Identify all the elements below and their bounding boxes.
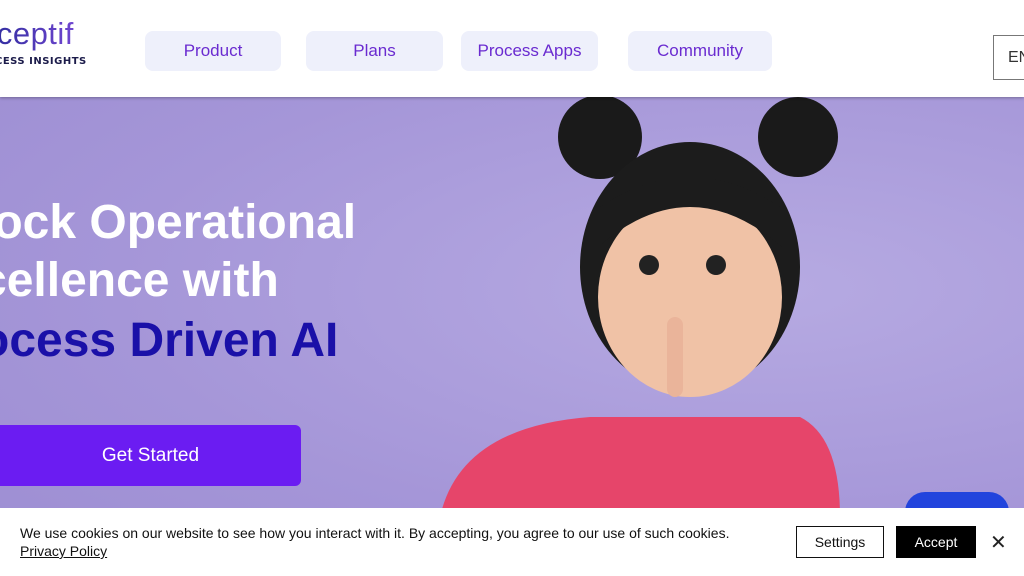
- cookie-banner: We use cookies on our website to see how…: [0, 508, 1024, 576]
- cookie-text: We use cookies on our website to see how…: [20, 525, 730, 541]
- privacy-policy-link[interactable]: Privacy Policy: [20, 543, 107, 559]
- cookie-settings-button[interactable]: Settings: [796, 526, 884, 558]
- hero-heading-line-2: cellence with: [0, 254, 279, 307]
- logo[interactable]: rceptif OCESS INSIGHTS: [0, 16, 87, 67]
- nav-plans[interactable]: Plans: [306, 31, 443, 71]
- logo-text: rceptif: [0, 16, 87, 52]
- cookie-message: We use cookies on our website to see how…: [20, 524, 740, 560]
- nav-community[interactable]: Community: [628, 31, 772, 71]
- hero-heading-line-1: lock Operational: [0, 196, 357, 249]
- nav-product[interactable]: Product: [145, 31, 281, 71]
- nav-process-apps[interactable]: Process Apps: [461, 31, 598, 71]
- logo-tagline: OCESS INSIGHTS: [0, 56, 87, 67]
- language-selector[interactable]: EN: [993, 35, 1024, 80]
- get-started-button[interactable]: Get Started: [0, 425, 301, 486]
- close-icon[interactable]: ✕: [990, 530, 1007, 554]
- cookie-accept-button[interactable]: Accept: [896, 526, 976, 558]
- hero-heading-line-3: ocess Driven AI: [0, 314, 339, 367]
- hero-girl-image: [440, 97, 840, 517]
- site-header: rceptif OCESS INSIGHTS Product Plans Pro…: [0, 0, 1024, 97]
